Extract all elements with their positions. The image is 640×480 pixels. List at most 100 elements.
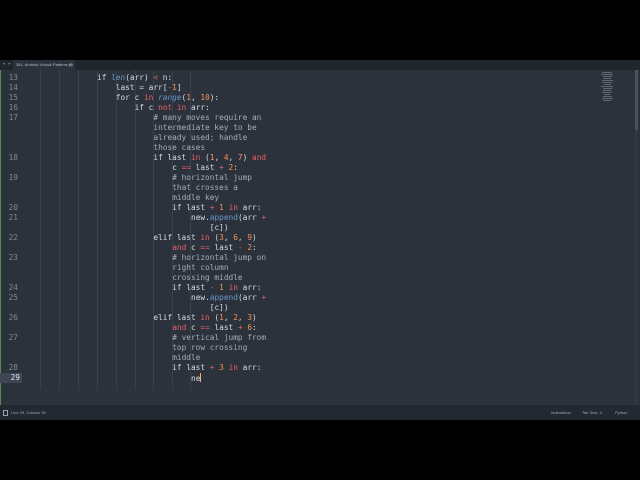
code-line[interactable]: ne — [191, 373, 202, 384]
close-icon[interactable]: × — [69, 60, 72, 70]
code-line[interactable]: for c in range(1, 10): — [116, 93, 219, 103]
indentation-setting[interactable]: Indentation — [551, 405, 571, 420]
code-token: , — [190, 93, 201, 102]
code-token: , — [223, 233, 234, 242]
code-token: if last — [172, 203, 210, 212]
minimap-line — [601, 98, 613, 99]
code-token: middle — [172, 353, 201, 362]
code-line[interactable]: c == last + 2: — [172, 163, 238, 173]
code-line[interactable]: # vertical jump from — [172, 333, 266, 343]
code-token: ] — [176, 83, 182, 92]
code-token: (arr — [237, 213, 262, 222]
code-token: that crosses a — [172, 183, 238, 192]
code-token: last — [209, 323, 238, 332]
code-line[interactable]: crossing middle — [172, 273, 242, 283]
code-line[interactable]: elif last in (3, 6, 9) — [153, 233, 256, 243]
line-number: 22 — [8, 233, 18, 242]
code-line[interactable]: middle — [172, 353, 200, 363]
code-token: for c — [115, 93, 144, 102]
code-token: ( — [200, 153, 210, 162]
code-line[interactable]: # horizontal jump — [172, 173, 252, 183]
code-line[interactable]: new.append(arr + — [191, 293, 266, 303]
minimap-line — [602, 82, 612, 83]
code-token: : — [252, 243, 257, 252]
code-token: if last — [172, 283, 210, 292]
code-token: append — [209, 293, 238, 302]
code-token: 10 — [200, 93, 210, 102]
minimap-line — [603, 78, 611, 79]
line-number: 27 — [8, 333, 18, 342]
code-token: append — [209, 213, 238, 222]
tab-bar: ◂ ▸ 351. Android Unlock Patterns.py × — [0, 60, 640, 70]
vertical-scrollbar[interactable] — [635, 70, 638, 405]
scrollbar-thumb[interactable] — [635, 70, 638, 130]
line-number: 23 — [8, 253, 18, 262]
code-token: and — [172, 243, 187, 252]
code-line[interactable]: that crosses a — [172, 183, 238, 193]
code-line[interactable]: if last - 1 in arr: — [172, 283, 261, 293]
code-line[interactable]: if last + 1 in arr: — [172, 203, 261, 213]
indent-guide — [59, 70, 60, 390]
code-token: if last — [172, 363, 210, 372]
code-line[interactable]: [c]) — [210, 223, 229, 233]
code-line[interactable]: if c not in arr: — [135, 103, 210, 113]
indent-guide — [135, 70, 136, 390]
code-line[interactable]: elif last in (1, 2, 3) — [153, 313, 256, 323]
code-token: arr: — [237, 363, 262, 372]
code-token: in — [228, 203, 238, 212]
code-token: : — [252, 323, 257, 332]
line-number: 15 — [8, 93, 18, 102]
code-token: == — [181, 163, 191, 172]
code-line[interactable]: top row crossing — [172, 343, 247, 353]
code-token: last — [209, 243, 238, 252]
code-token: last = arr[ — [115, 83, 168, 92]
code-line[interactable]: [c]) — [210, 303, 229, 313]
code-line[interactable]: those cases — [153, 143, 205, 153]
code-token: == — [200, 323, 210, 332]
code-token: ) — [242, 153, 253, 162]
code-line[interactable]: # horizontal jump on — [172, 253, 266, 263]
code-editor[interactable]: 13 if len(arr) < n: 14 last = arr[-1] 15 for … — [0, 70, 640, 405]
line-number: 13 — [8, 73, 18, 82]
minimap-line — [602, 92, 612, 93]
code-token: elif last — [153, 233, 201, 242]
code-line[interactable]: new.append(arr + — [191, 213, 266, 223]
code-line[interactable]: last = arr[-1] — [116, 83, 182, 93]
code-line[interactable]: # many moves require an — [153, 113, 261, 123]
minimap-line — [601, 74, 613, 75]
code-token: # vertical jump from — [172, 333, 267, 342]
code-line[interactable]: and c == last - 2: — [172, 243, 257, 253]
code-token: arr: — [237, 203, 262, 212]
code-line[interactable]: right column — [172, 263, 228, 273]
tab-title: 351. Android Unlock Patterns.py — [16, 62, 74, 67]
panel-toggle-icon[interactable] — [3, 410, 8, 416]
tab-nav-arrows[interactable]: ◂ ▸ — [2, 61, 11, 67]
code-token: ) — [252, 233, 257, 242]
code-token: : — [233, 163, 238, 172]
code-token: right column — [172, 263, 229, 272]
minimap-line — [601, 86, 613, 87]
code-token: and — [172, 323, 187, 332]
code-token: == — [200, 243, 210, 252]
code-token: if — [97, 73, 112, 82]
code-line[interactable]: if len(arr) < n: — [97, 73, 172, 83]
code-line[interactable]: already used; handle — [153, 133, 247, 143]
line-number: 26 — [8, 313, 18, 322]
line-number: 21 — [8, 213, 18, 222]
code-line[interactable]: and c == last + 6: — [172, 323, 257, 333]
code-line[interactable]: if last in (1, 4, 7) and — [153, 153, 266, 163]
minimap[interactable] — [600, 72, 614, 102]
code-line[interactable]: middle key — [172, 193, 219, 203]
code-token: already used; handle — [153, 133, 248, 142]
code-line[interactable]: intermediate key to be — [153, 123, 256, 133]
code-token: # horizontal jump — [172, 173, 252, 182]
code-token: in — [200, 233, 210, 242]
syntax-selector[interactable]: Python — [615, 405, 627, 420]
minimap-line — [603, 84, 611, 85]
file-tab[interactable]: 351. Android Unlock Patterns.py × — [13, 60, 75, 70]
tab-size-setting[interactable]: Tab Size: 4 — [582, 405, 602, 420]
code-token: if last — [153, 153, 191, 162]
code-token: in — [200, 313, 210, 322]
minimap-line — [604, 94, 610, 95]
code-line[interactable]: if last + 3 in arr: — [172, 363, 261, 373]
